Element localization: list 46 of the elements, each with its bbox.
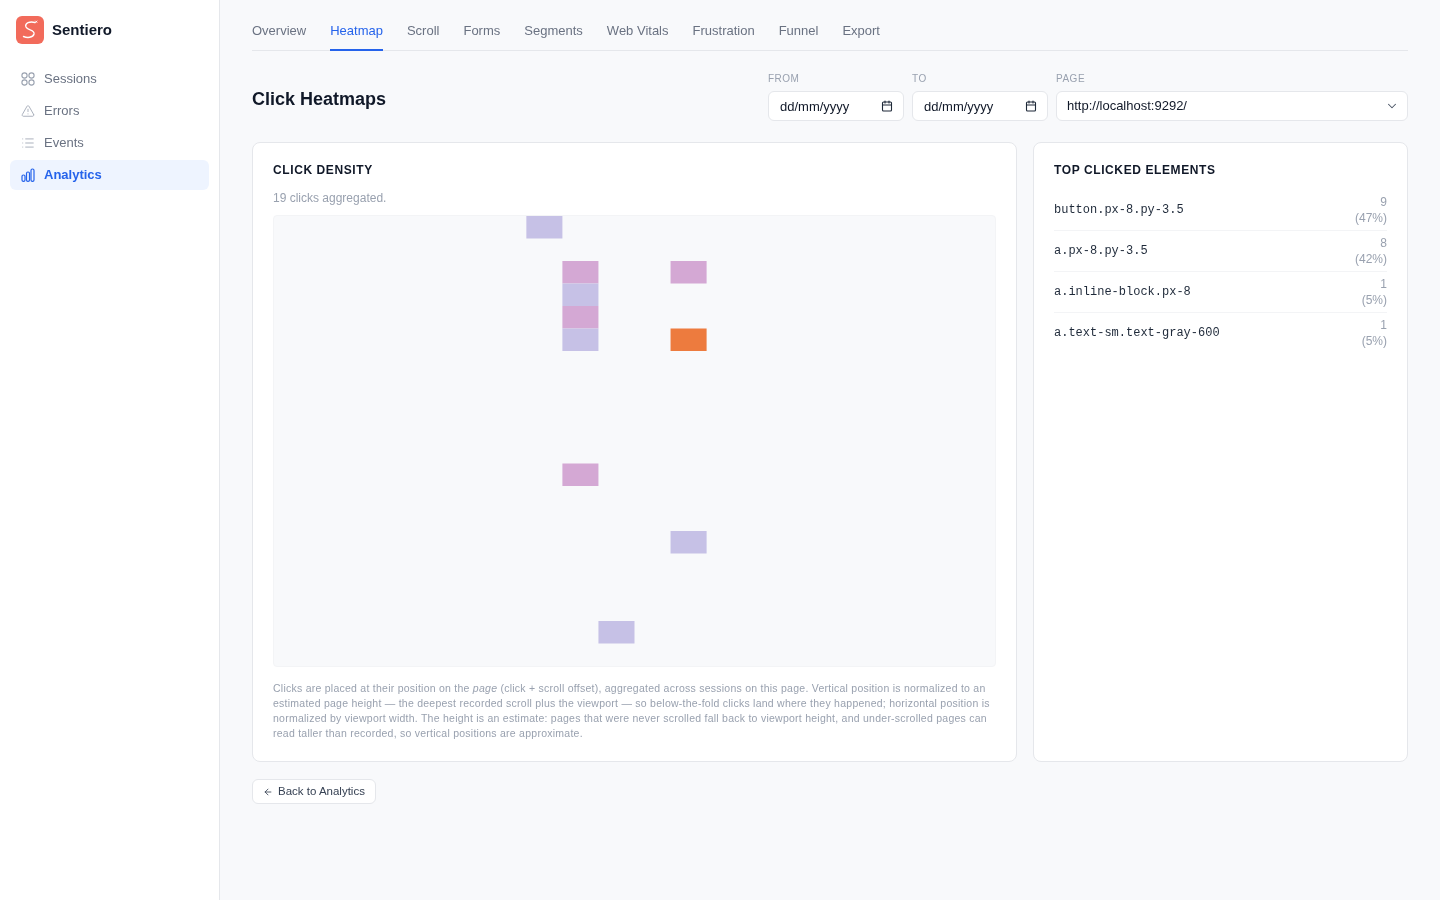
tab[interactable]: Funnel <box>778 0 819 51</box>
element-selector: a.inline-block.px-8 <box>1054 284 1191 301</box>
click-share: (47%) <box>1355 210 1387 226</box>
back-button[interactable]: Back to Analytics <box>252 779 376 804</box>
clicks-summary: 19 clicks aggregated. <box>273 190 388 207</box>
click-count: 1 <box>1380 317 1387 333</box>
click-share: (5%) <box>1361 292 1387 308</box>
field-label: PAGE <box>1056 73 1087 85</box>
tab[interactable]: Export <box>842 0 880 51</box>
tab[interactable]: Web Vitals <box>606 0 669 51</box>
tab[interactable]: Forms <box>463 0 501 51</box>
tab[interactable]: Scroll <box>406 0 440 51</box>
click-share: (5%) <box>1361 333 1387 349</box>
to-date-field[interactable]: dd/mm/yyyy <box>912 91 1048 121</box>
element-selector: a.px-8.py-3.5 <box>1054 243 1148 260</box>
calendar-icon <box>881 100 893 112</box>
element-selector: button.px-8.py-3.5 <box>1054 202 1184 219</box>
card-title: TOP CLICKED ELEMENTS <box>1054 162 1217 179</box>
sidebar-item[interactable]: Analytics <box>10 160 209 190</box>
page-select[interactable]: http://localhost:9292/ <box>1056 91 1408 121</box>
calendar-icon <box>1025 100 1037 112</box>
tab[interactable]: Heatmap <box>330 0 383 51</box>
tab[interactable]: Segments <box>524 0 583 51</box>
click-count: 1 <box>1380 276 1387 292</box>
element-selector: a.text-sm.text-gray-600 <box>1054 325 1220 342</box>
brand-name: Sentiero <box>52 19 112 40</box>
tab[interactable]: Overview <box>252 0 307 51</box>
from-date-field[interactable]: dd/mm/yyyy <box>768 91 904 121</box>
field-label: TO <box>912 73 928 85</box>
sidebar-item[interactable]: Errors <box>10 96 209 126</box>
field-label: FROM <box>768 73 801 85</box>
click-share: (42%) <box>1355 251 1387 267</box>
logo-icon <box>16 16 44 44</box>
click-count: 9 <box>1380 194 1387 210</box>
sidebar-item[interactable]: Sessions <box>10 64 209 94</box>
tab[interactable]: Frustration <box>692 0 755 51</box>
list-icon <box>21 136 35 150</box>
grid-icon <box>21 72 35 86</box>
arrow-left-icon <box>263 786 273 797</box>
click-count: 8 <box>1380 235 1387 251</box>
heatmap-caption: Clicks are placed at their position on the page (click + scroll offset), aggregated across sessions on this page. Vertical position is normalized to an estimated page height — the deepest recorded scroll plus the viewport — so below-the-fold clicks land where they happened; horizontal position is normalized by viewport width. The height is an estimate: pages that were never scrolled fall back to viewport height, and under-scrolled pages can read taller than recorded, so vertical positions are approximate. <box>273 681 991 741</box>
warning-icon <box>21 104 35 118</box>
sidebar-item[interactable]: Events <box>10 128 209 158</box>
bar-chart-icon <box>21 168 35 182</box>
page-title: Click Heatmaps <box>252 88 387 111</box>
card-title: CLICK DENSITY <box>273 162 374 179</box>
